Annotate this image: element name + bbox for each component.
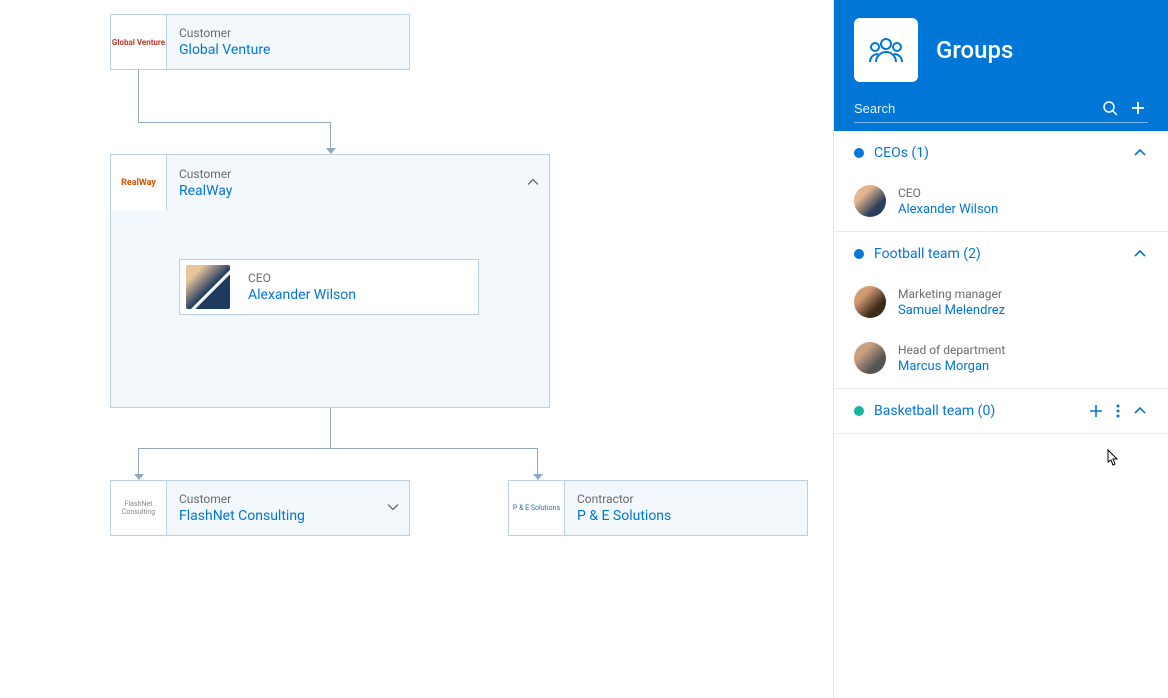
group-dot-icon — [854, 406, 864, 416]
group: Basketball team (0) — [834, 389, 1168, 434]
connector — [138, 70, 139, 122]
logo-realway: RealWay — [111, 155, 167, 210]
node-type: Contractor — [577, 492, 795, 506]
connector — [138, 448, 538, 449]
node-type: Customer — [179, 492, 397, 506]
group-header[interactable]: Football team (2) — [834, 232, 1168, 276]
node-title: P & E Solutions — [577, 508, 795, 524]
avatar — [854, 342, 886, 374]
member-name: Samuel Melendrez — [898, 303, 1005, 318]
node-title: FlashNet Consulting — [179, 508, 397, 524]
node-title: RealWay — [179, 183, 537, 199]
sidebar-header: Groups — [834, 0, 1168, 131]
group-label: CEOs (1) — [874, 145, 1132, 161]
node-type: Customer — [179, 26, 397, 40]
avatar — [854, 185, 886, 217]
sidebar-title: Groups — [936, 36, 1013, 64]
member-role: Marketing manager — [898, 287, 1005, 301]
groups-list: CEOs (1) CEO Alexander Wilson Football team… — [834, 131, 1168, 698]
node-realway-container[interactable]: RealWay Customer RealWay CEO Alexander W… — [110, 154, 550, 408]
group-label: Basketball team (0) — [874, 403, 1088, 419]
chevron-up-icon[interactable] — [1132, 403, 1148, 419]
group-more-icon[interactable] — [1110, 403, 1126, 419]
member-role: Head of department — [898, 343, 1005, 357]
group-member[interactable]: Marketing manager Samuel Melendrez — [834, 276, 1168, 332]
node-pe-solutions[interactable]: P & E Solutions Contractor P & E Solutio… — [508, 480, 808, 536]
member-name: Alexander Wilson — [898, 202, 998, 217]
member-name: Marcus Morgan — [898, 359, 1005, 374]
collapse-icon[interactable] — [527, 176, 539, 189]
person-card-ceo[interactable]: CEO Alexander Wilson — [179, 259, 479, 315]
node-type: Customer — [179, 167, 537, 181]
logo-flashnet: FlashNet Consulting — [111, 481, 167, 535]
groups-icon — [854, 18, 918, 82]
logo-pe-solutions: P & E Solutions — [509, 481, 565, 535]
group-header[interactable]: CEOs (1) — [834, 131, 1168, 175]
node-global-venture[interactable]: Global Venture Customer Global Venture — [110, 14, 410, 70]
node-title: Global Venture — [179, 42, 397, 58]
group: Football team (2) Marketing manager Samuel… — [834, 232, 1168, 389]
add-group-icon[interactable] — [1128, 98, 1148, 118]
chevron-up-icon[interactable] — [1132, 145, 1148, 161]
avatar — [854, 286, 886, 318]
group-add-member-icon[interactable] — [1088, 403, 1104, 419]
org-canvas[interactable]: Global Venture Customer Global Venture R… — [0, 0, 833, 698]
member-role: CEO — [898, 186, 998, 200]
group-label: Football team (2) — [874, 246, 1132, 262]
logo-global-venture: Global Venture — [111, 15, 167, 69]
connector — [138, 122, 331, 123]
group-member[interactable]: CEO Alexander Wilson — [834, 175, 1168, 231]
person-name: Alexander Wilson — [248, 287, 466, 303]
connector — [330, 408, 331, 448]
chevron-up-icon[interactable] — [1132, 246, 1148, 262]
group: CEOs (1) CEO Alexander Wilson — [834, 131, 1168, 232]
app-root: Global Venture Customer Global Venture R… — [0, 0, 1168, 698]
group-member[interactable]: Head of department Marcus Morgan — [834, 332, 1168, 388]
groups-sidebar: Groups CEOs (1) CEO Alexander Wilson Footba… — [833, 0, 1168, 698]
group-dot-icon — [854, 249, 864, 259]
node-flashnet[interactable]: FlashNet Consulting Customer FlashNet Co… — [110, 480, 410, 536]
avatar — [180, 260, 236, 314]
group-dot-icon — [854, 148, 864, 158]
person-role: CEO — [248, 271, 466, 285]
search-icon[interactable] — [1100, 98, 1120, 118]
expand-icon[interactable] — [387, 502, 399, 515]
group-header[interactable]: Basketball team (0) — [834, 389, 1168, 433]
search-input[interactable] — [854, 101, 1092, 116]
